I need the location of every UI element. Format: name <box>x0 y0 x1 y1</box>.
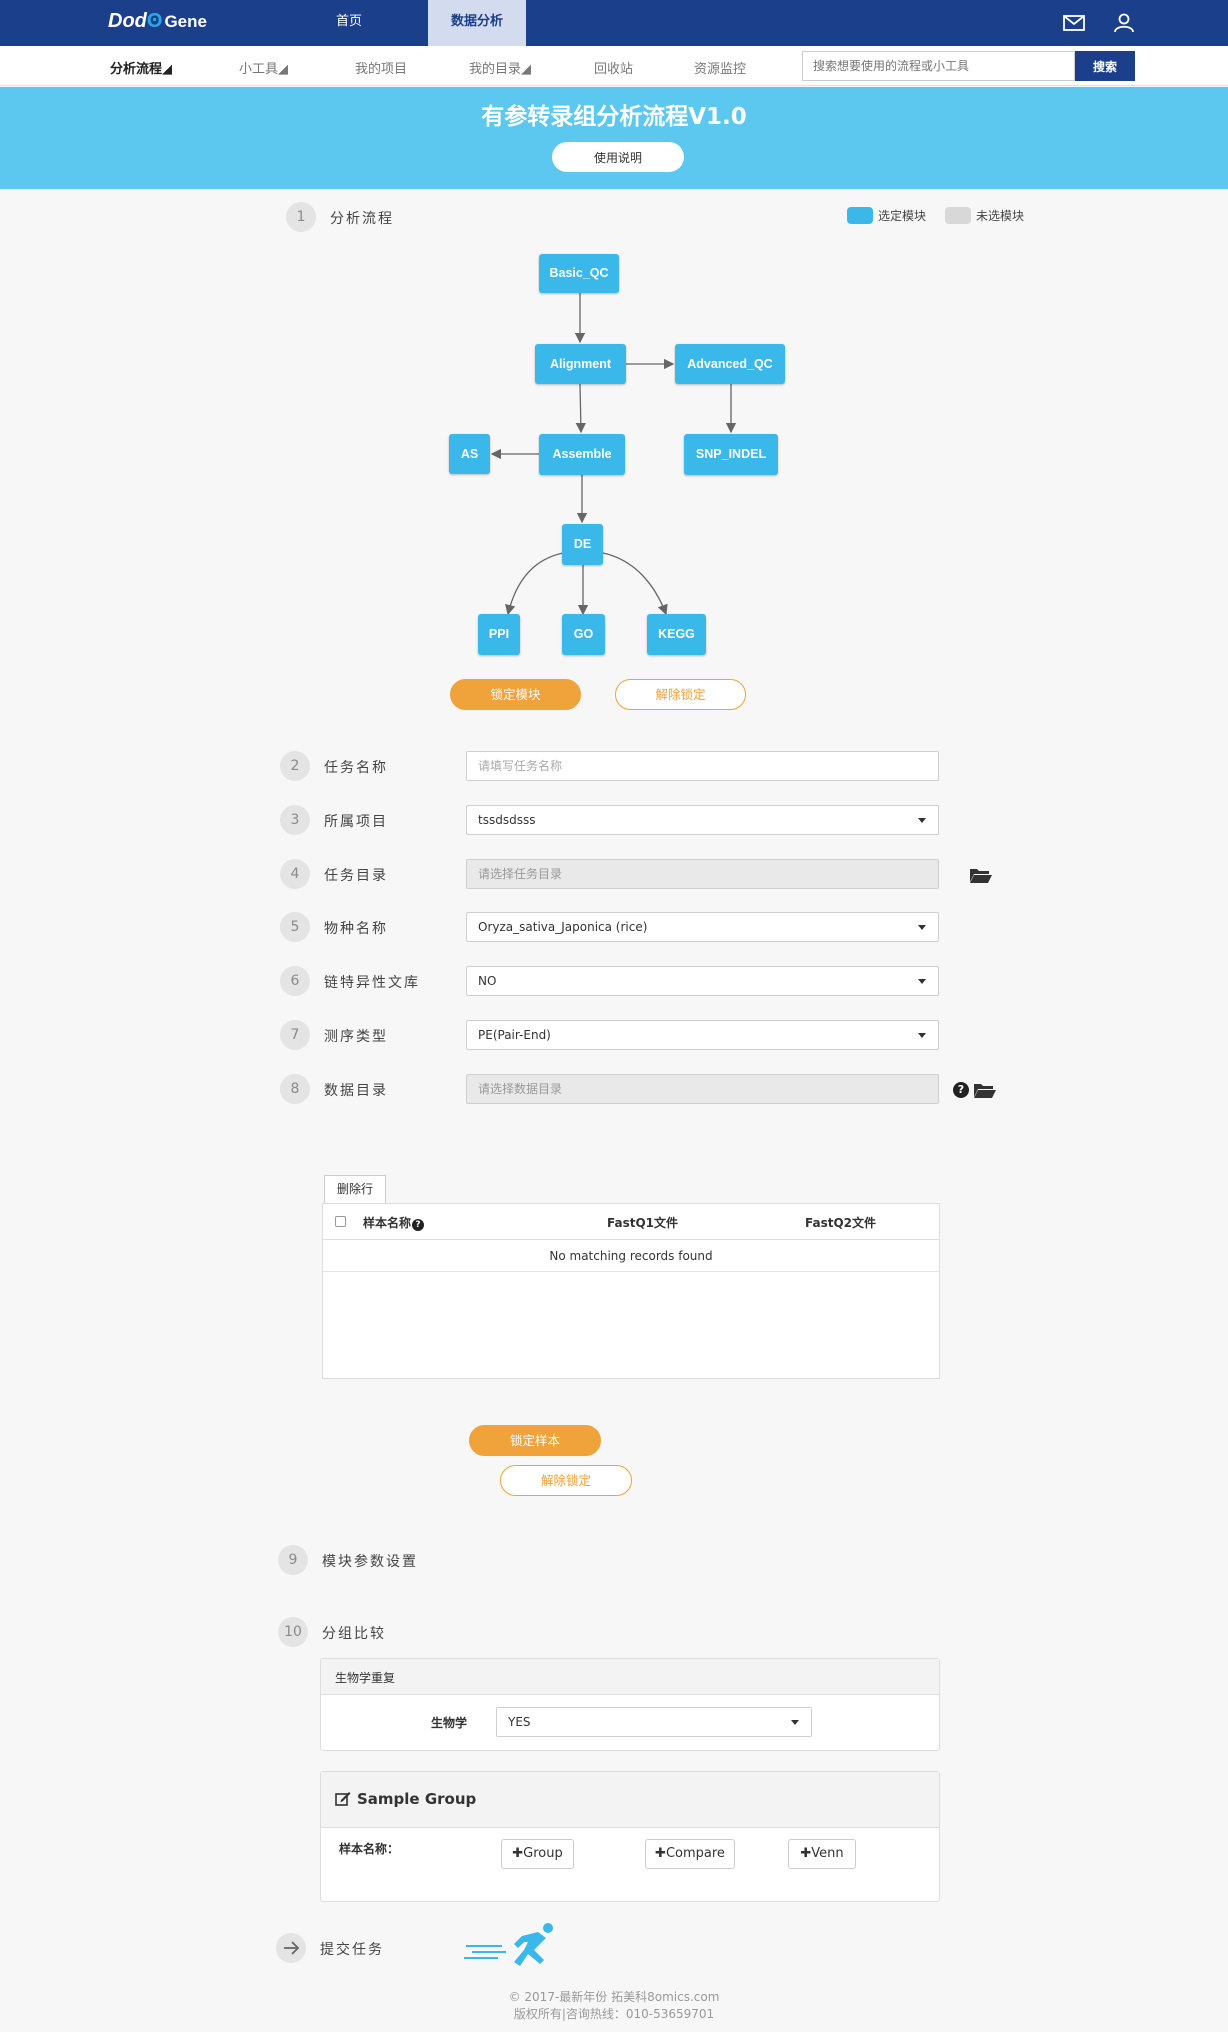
submit-task-label[interactable]: 提交任务 <box>320 1939 384 1959</box>
add-venn-label: Venn <box>811 1846 844 1861</box>
species-select[interactable]: Oryza_sativa_Japonica (rice) <box>466 912 939 942</box>
strand-specific-value: NO <box>478 974 497 988</box>
sample-group-panel: Sample Group 样本名称： ✚Group ✚Compare ✚Venn <box>320 1771 940 1902</box>
bio-replicate-value: YES <box>508 1715 531 1729</box>
step-label-data-directory: 数据目录 <box>324 1083 388 1099</box>
chevron-down-icon <box>918 1033 926 1038</box>
bio-replicate-title: 生物学重复 <box>335 1671 396 1685</box>
step-number-7: 7 <box>280 1020 310 1050</box>
chevron-down-icon <box>918 925 926 930</box>
column-sample-name-label: 样本名称 <box>363 1216 412 1230</box>
step-number-5: 5 <box>280 912 310 942</box>
column-sample-name: 样本名称? <box>363 1214 425 1231</box>
step-number-10: 10 <box>278 1617 308 1647</box>
strand-specific-select[interactable]: NO <box>466 966 939 996</box>
data-directory-field[interactable]: 请选择数据目录 <box>466 1074 939 1104</box>
sample-table: 样本名称? FastQ1文件 FastQ2文件 No matching reco… <box>322 1203 940 1379</box>
bio-replicate-label: 生物学 <box>431 1716 468 1730</box>
bio-replicate-panel-header: 生物学重复 <box>321 1659 939 1695</box>
select-all-checkbox[interactable] <box>335 1216 346 1227</box>
column-fastq1: FastQ1文件 <box>607 1216 679 1230</box>
step-label-seq-type: 测序类型 <box>324 1029 388 1045</box>
folder-open-icon[interactable] <box>969 866 993 884</box>
help-icon[interactable]: ? <box>953 1082 969 1098</box>
table-header: 样本名称? FastQ1文件 FastQ2文件 <box>323 1204 939 1240</box>
bio-replicate-panel: 生物学重复 生物学 YES <box>320 1658 940 1751</box>
node-de[interactable]: DE <box>562 524 603 565</box>
step-number-2: 2 <box>280 751 310 781</box>
node-ppi[interactable]: PPI <box>478 614 520 655</box>
step-label-module-params[interactable]: 模块参数设置 <box>322 1551 418 1571</box>
unlock-module-button[interactable]: 解除锁定 <box>615 679 746 710</box>
plus-icon: ✚ <box>800 1846 812 1861</box>
sample-group-title: Sample Group <box>357 1790 477 1808</box>
project-select[interactable]: tssdsdsss <box>466 805 939 835</box>
footer-hotline: 版权所有|咨询热线：010-53659701 <box>513 2007 715 2021</box>
add-compare-label: Compare <box>665 1846 725 1861</box>
running-man-icon[interactable] <box>462 1920 558 1968</box>
chevron-down-icon <box>791 1720 799 1725</box>
node-go[interactable]: GO <box>562 614 605 655</box>
sample-name-label: 样本名称： <box>339 1842 400 1856</box>
step-label-strand-specific: 链特异性文库 <box>324 975 420 991</box>
folder-open-icon[interactable] <box>973 1081 997 1099</box>
table-empty-message: No matching records found <box>323 1240 939 1272</box>
step-number-8: 8 <box>280 1074 310 1104</box>
column-fastq2: FastQ2文件 <box>805 1216 877 1230</box>
add-group-button[interactable]: ✚Group <box>501 1839 574 1869</box>
species-select-value: Oryza_sativa_Japonica (rice) <box>478 920 648 934</box>
footer-copyright: © 2017-最新年份 拓美科8omics.com <box>508 1990 720 2004</box>
node-as[interactable]: AS <box>449 434 490 474</box>
edit-icon <box>335 1792 351 1806</box>
step-number-6: 6 <box>280 966 310 996</box>
chevron-down-icon <box>918 818 926 823</box>
task-directory-field[interactable]: 请选择任务目录 <box>466 859 939 889</box>
node-basic-qc[interactable]: Basic_QC <box>539 254 619 293</box>
node-snp-indel[interactable]: SNP_INDEL <box>684 434 778 475</box>
chevron-down-icon <box>918 979 926 984</box>
step-label-species: 物种名称 <box>324 921 388 937</box>
bio-replicate-select[interactable]: YES <box>496 1707 812 1737</box>
step-number-9: 9 <box>278 1545 308 1575</box>
project-select-value: tssdsdsss <box>478 813 536 827</box>
add-venn-button[interactable]: ✚Venn <box>788 1839 856 1869</box>
step-label-task-name: 任务名称 <box>324 760 388 776</box>
step-label-task-directory: 任务目录 <box>324 868 388 884</box>
sample-group-panel-header: Sample Group <box>321 1772 939 1828</box>
step-number-3: 3 <box>280 805 310 835</box>
plus-icon: ✚ <box>512 1846 524 1861</box>
help-icon[interactable]: ? <box>412 1219 425 1231</box>
node-kegg[interactable]: KEGG <box>647 614 706 655</box>
step-label-group-compare: 分组比较 <box>322 1626 386 1642</box>
seq-type-value: PE(Pair-End) <box>478 1028 551 1042</box>
step-label-project: 所属项目 <box>324 814 388 830</box>
node-alignment[interactable]: Alignment <box>535 344 626 384</box>
add-group-label: Group <box>523 1846 563 1861</box>
node-assemble[interactable]: Assemble <box>539 434 625 475</box>
plus-icon: ✚ <box>655 1846 666 1861</box>
task-name-input[interactable]: 请填写任务名称 <box>466 751 939 781</box>
lock-module-button[interactable]: 锁定模块 <box>450 679 581 710</box>
arrow-right-glyph <box>284 1941 300 1955</box>
step-number-4: 4 <box>280 859 310 889</box>
lock-sample-button[interactable]: 锁定样本 <box>469 1425 601 1456</box>
unlock-sample-button[interactable]: 解除锁定 <box>500 1465 632 1496</box>
seq-type-select[interactable]: PE(Pair-End) <box>466 1020 939 1050</box>
add-compare-button[interactable]: ✚Compare <box>645 1839 735 1869</box>
delete-row-button[interactable]: 删除行 <box>324 1175 386 1203</box>
arrow-right-icon[interactable] <box>276 1933 306 1963</box>
node-advanced-qc[interactable]: Advanced_QC <box>675 344 785 384</box>
